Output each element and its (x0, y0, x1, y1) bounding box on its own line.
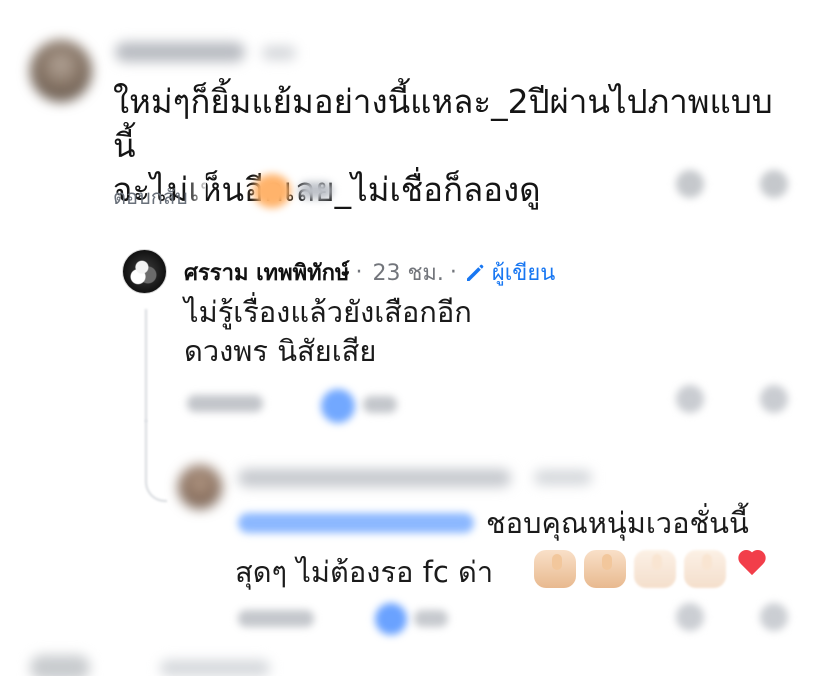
dislike-icon[interactable] (760, 603, 788, 631)
dislike-icon[interactable] (760, 170, 788, 198)
thumbs-up-icon (634, 550, 676, 588)
pen-icon (463, 261, 487, 285)
second-reply-name-placeholder[interactable] (238, 469, 511, 487)
bottom-text-placeholder (160, 660, 270, 676)
like-icon[interactable] (676, 385, 704, 413)
reply-author-name[interactable]: ศรราม เทพพิทักษ์ (184, 255, 349, 290)
reply-action-placeholder[interactable] (187, 395, 263, 412)
reply-link[interactable]: ตอบกลับ (113, 181, 188, 213)
thread-branch-line (145, 420, 167, 502)
reply-separator: · (355, 260, 363, 285)
second-reply-avatar[interactable] (178, 465, 222, 509)
reply-separator: · (449, 260, 457, 285)
reply-label-fade (191, 171, 206, 211)
author-badge: ผู้เขียน (463, 255, 555, 290)
reaction-count-placeholder (299, 182, 333, 199)
reply-author-avatar[interactable] (122, 249, 167, 294)
reply-header: ศรราม เทพพิทักษ์ · 23 ชม. · ผู้เขียน (184, 255, 555, 290)
reaction-blue-icon[interactable] (375, 603, 407, 635)
like-icon[interactable] (676, 603, 704, 631)
emoji-row (534, 550, 768, 588)
second-reply-text-line-1: ชอบคุณหนุ่มเวอชั่นนี้ (486, 506, 749, 540)
comment-time-placeholder (262, 46, 296, 60)
heart-icon (736, 551, 768, 579)
reply-action-placeholder[interactable] (238, 610, 314, 627)
reaction-count-placeholder (414, 610, 448, 627)
commenter-name-placeholder[interactable] (115, 42, 245, 62)
dislike-icon[interactable] (760, 385, 788, 413)
like-icon[interactable] (676, 170, 704, 198)
bottom-avatar-placeholder (30, 655, 90, 676)
commenter-avatar[interactable] (30, 40, 92, 102)
mention-placeholder[interactable] (238, 513, 474, 533)
author-badge-label: ผู้เขียน (491, 261, 556, 286)
reply-text: ไม่รู้เรื่องแล้วยังเสือกอีก ดวงพร นิสัยเ… (184, 295, 472, 368)
thumbs-up-icon (534, 550, 576, 588)
reaction-blue-icon[interactable] (321, 389, 355, 423)
thread-line (145, 309, 147, 422)
reaction-count-placeholder (363, 396, 397, 413)
reaction-orange-icon[interactable] (253, 174, 291, 208)
thumbs-up-icon (584, 550, 626, 588)
reply-time: 23 ชม. (372, 261, 444, 286)
thumbs-up-icon (684, 550, 726, 588)
second-reply-time-placeholder (534, 470, 592, 485)
second-reply-text-line-2: สุดๆ ไม่ต้องรอ fc ด่า (235, 555, 494, 589)
